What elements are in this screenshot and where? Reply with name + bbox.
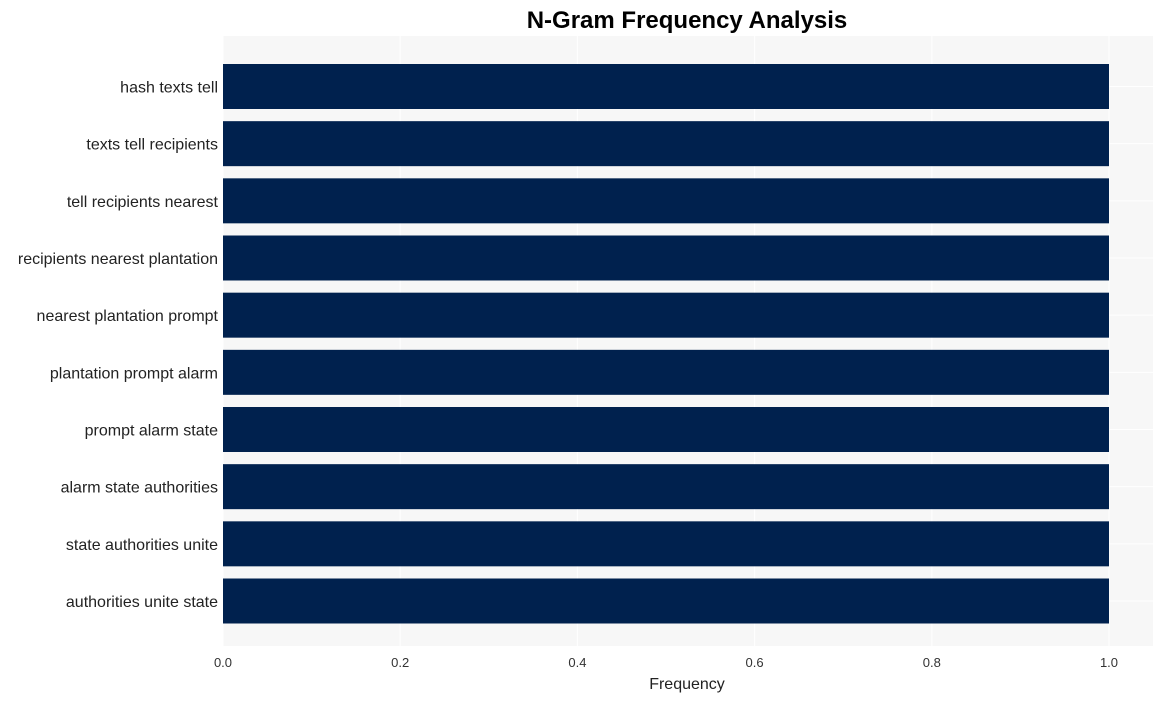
y-tick-label: plantation prompt alarm	[50, 365, 218, 382]
bar	[223, 121, 1109, 167]
ngram-chart: N-Gram Frequency Analysis hash texts tel…	[18, 7, 1153, 693]
y-tick-label: recipients nearest plantation	[18, 251, 218, 268]
x-tick-label: 1.0	[1100, 655, 1118, 670]
x-tick-label: 0.0	[214, 655, 232, 670]
bar	[223, 521, 1109, 567]
y-tick-label: nearest plantation prompt	[37, 308, 219, 325]
y-tick-label: state authorities unite	[66, 537, 218, 554]
y-tick-label: prompt alarm state	[85, 423, 218, 440]
y-tick-label: texts tell recipients	[86, 137, 218, 154]
x-axis-ticks: 0.0 0.2 0.4 0.6 0.8 1.0	[214, 655, 1118, 670]
y-axis-labels: hash texts tell texts tell recipients tell…	[18, 80, 219, 612]
x-tick-label: 0.6	[746, 655, 764, 670]
x-tick-label: 0.2	[391, 655, 409, 670]
y-tick-label: tell recipients nearest	[67, 194, 219, 211]
y-tick-label: authorities unite state	[66, 594, 218, 611]
y-tick-label: alarm state authorities	[61, 480, 218, 497]
bar	[223, 464, 1109, 510]
x-tick-label: 0.8	[923, 655, 941, 670]
bar	[223, 178, 1109, 224]
y-tick-label: hash texts tell	[120, 80, 218, 97]
bar	[223, 349, 1109, 395]
x-tick-label: 0.4	[568, 655, 586, 670]
bar	[223, 292, 1109, 338]
x-axis-label: Frequency	[649, 676, 725, 693]
bar	[223, 235, 1109, 281]
bar	[223, 578, 1109, 624]
bar	[223, 407, 1109, 452]
chart-title: N-Gram Frequency Analysis	[527, 7, 848, 34]
bar	[223, 64, 1109, 109]
